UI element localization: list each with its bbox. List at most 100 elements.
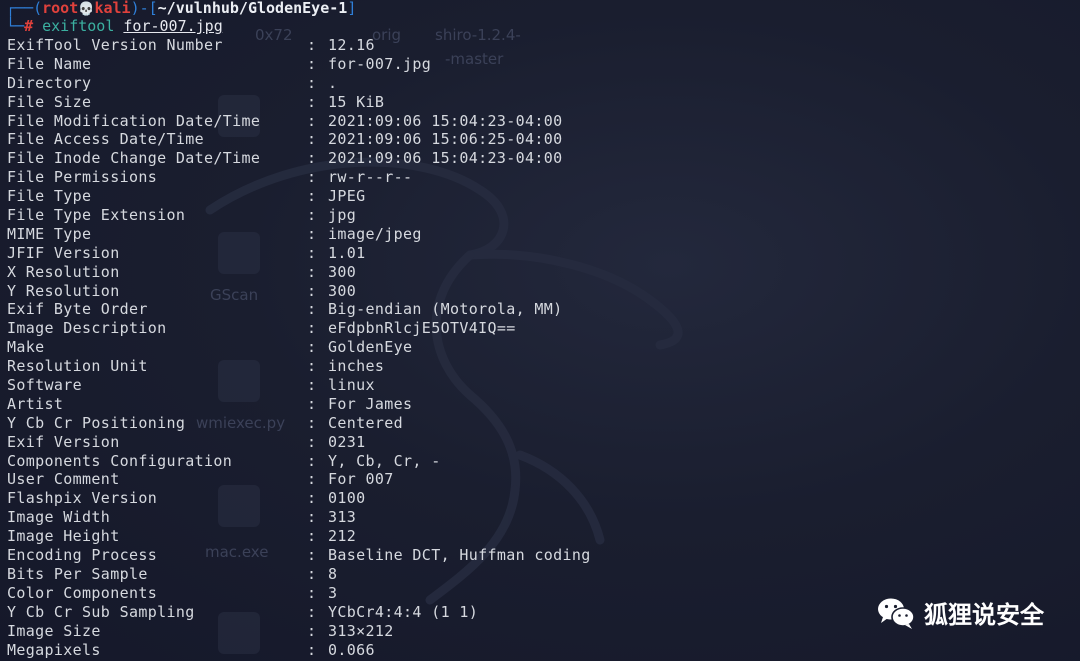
exif-separator: : [307,338,317,357]
exif-row: Directory:. [7,74,591,93]
exif-row: Exif Byte Order: Big-endian (Motorola, MM… [7,300,591,319]
exif-row: Y Cb Cr Positioning: Centered [7,414,591,433]
exif-separator: : [307,621,317,640]
exif-value: 15 KiB [328,92,385,111]
exif-row: User Comment: For 007 [7,470,591,489]
exif-row: Make: GoldenEye [7,338,591,357]
exif-value: 300 [328,262,357,281]
exif-row: File Type Extension: jpg [7,206,591,225]
exif-key: Exif Version [7,432,120,451]
exif-key: Software [7,376,83,395]
exif-key: Bits Per Sample [7,564,148,583]
exif-key: Directory [7,73,92,92]
exif-row: Flashpix Version:0100 [7,489,591,508]
prompt-user: root [42,0,79,17]
exif-separator: : [307,224,317,243]
watermark: 狐狸说安全 [876,595,1044,630]
exif-separator: : [307,262,317,281]
command-line[interactable]: └─# exiftool for-007.jpg [6,17,223,36]
exif-key: Y Cb Cr Positioning [7,413,186,432]
exif-output: ExifTool Version Number:12.16 File Name: f… [7,36,591,659]
exif-value: For James [328,394,413,413]
exif-value: YCbCr4:4:4 (1 1) [328,602,479,621]
exif-row: Image Size:313×212 [7,622,591,641]
exif-value: Centered [328,413,404,432]
exif-separator: : [307,489,317,508]
watermark-text: 狐狸说安全 [924,601,1044,629]
prompt-frame-open: ┌──( [6,0,43,17]
exif-key: Image Size [7,621,101,640]
exif-key: File Size [7,92,92,111]
exif-key: Y Cb Cr Sub Sampling [7,602,195,621]
exif-row: File Permissions: rw-r--r-- [7,168,591,187]
exif-value: Y, Cb, Cr, - [328,451,441,470]
exif-separator: : [307,300,317,319]
exif-value: 8 [328,564,338,583]
exif-value: 2021:09:06 15:06:25-04:00 [328,130,563,149]
exif-value: 0231 [328,432,366,451]
exif-value: Big-endian (Motorola, MM) [328,300,563,319]
exif-separator: : [307,546,317,565]
prompt-line: ┌──(root💀kali)-[~/vulnhub/GlodenEye-1] [6,0,356,17]
exif-separator: : [307,54,317,73]
exif-separator: : [307,149,317,168]
exif-row: File Type: JPEG [7,187,591,206]
exif-value: 0100 [328,489,366,508]
exif-separator: : [307,130,317,149]
exif-key: File Permissions [7,168,158,187]
exif-separator: : [307,111,317,130]
exif-separator: : [307,357,317,376]
exif-row: File Size:15 KiB [7,93,591,112]
exif-separator: : [307,206,317,225]
exif-key: File Inode Change Date/Time [7,149,261,168]
exif-row: ExifTool Version Number:12.16 [7,36,591,55]
exif-key: Make [7,338,45,357]
exif-row: Image Width:313 [7,508,591,527]
exif-separator: : [307,281,317,300]
exif-key: File Modification Date/Time [7,111,261,130]
command-argument[interactable]: for-007.jpg [123,17,222,35]
exif-separator: : [307,640,317,659]
exif-row: Components Configuration: Y, Cb, Cr, - [7,452,591,471]
prompt-frame-mid: )-[ [130,0,158,17]
exif-row: Megapixels:0.066 [7,641,591,660]
exif-row: Color Components:3 [7,584,591,603]
prompt-frame-close: ] [347,0,357,17]
exif-separator: : [307,36,317,54]
exif-key: User Comment [7,470,120,489]
exif-separator: : [307,243,317,262]
exif-key: File Access Date/Time [7,130,204,149]
prompt-hash: # [24,17,34,35]
exif-separator: : [307,319,317,338]
exif-value: for-007.jpg [328,54,432,73]
wechat-icon [878,598,915,629]
exif-value: GoldenEye [328,338,413,357]
exif-separator: : [307,187,317,206]
exif-key: JFIF Version [7,243,120,262]
exif-row: File Modification Date/Time:2021:09:06 1… [7,112,591,131]
exif-value: 300 [328,281,357,300]
exif-row: Encoding Process: Baseline DCT, Huffman c… [7,546,591,565]
exif-value: Baseline DCT, Huffman coding [328,546,591,565]
terminal-window[interactable]: GScan wmiexec.py mac.exe 0x72 orig shiro… [0,0,1080,661]
exif-key: Resolution Unit [7,357,148,376]
exif-row: Y Resolution:300 [7,282,591,301]
exif-row: Bits Per Sample:8 [7,565,591,584]
exif-key: Image Height [7,527,120,546]
exif-value: 313 [328,508,357,527]
prompt-host: kali [94,0,131,17]
exif-row: Software: linux [7,376,591,395]
exif-value: linux [328,376,375,395]
prompt-path: ~/vulnhub/GlodenEye-1 [157,0,348,17]
exif-row: Artist: For James [7,395,591,414]
prompt-frame-line2: └─ [6,17,25,35]
exif-separator: : [307,413,317,432]
exif-separator: : [307,73,317,92]
exif-value: rw-r--r-- [328,168,413,187]
exif-value: image/jpeg [328,224,422,243]
exif-separator: : [307,394,317,413]
exif-key: ExifTool Version Number [7,36,223,54]
exif-row: Resolution Unit: inches [7,357,591,376]
exif-key: MIME Type [7,224,92,243]
exif-value: 1.01 [328,243,366,262]
